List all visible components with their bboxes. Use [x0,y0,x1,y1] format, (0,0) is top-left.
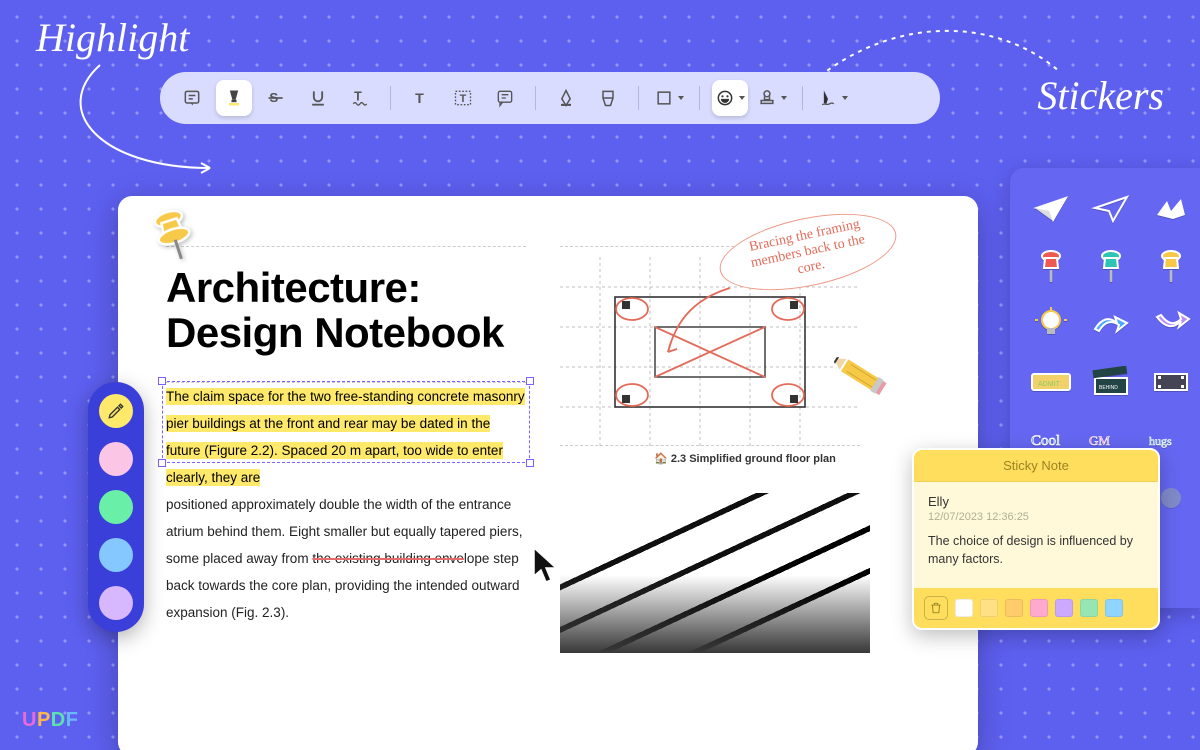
note-color-blue[interactable] [1105,599,1123,617]
delete-note-button[interactable] [924,596,948,620]
svg-text:hugs: hugs [1149,434,1172,448]
note-color-orange[interactable] [1005,599,1023,617]
sticker-bulb[interactable] [1028,304,1074,344]
svg-text:GM: GM [1089,433,1110,448]
sticker-paperplane-1[interactable] [1028,188,1074,228]
highlighter-tool[interactable] [216,80,252,116]
color-swatch-pink[interactable] [99,442,133,476]
svg-text:T: T [415,91,424,107]
separator [802,86,803,110]
callout-tool[interactable] [487,80,523,116]
sticker-pin-red[interactable] [1028,246,1074,286]
svg-text:T: T [354,90,362,104]
sticky-footer [914,588,1158,628]
svg-text:BEHIND: BEHIND [1099,385,1118,391]
sticker-paperplane-2[interactable] [1088,188,1134,228]
squiggly-tool[interactable]: T [342,80,378,116]
color-swatch-green[interactable] [99,490,133,524]
highlighted-text[interactable]: The claim space for the two free-standin… [166,388,525,486]
note-color-yellow[interactable] [980,599,998,617]
sticker-arrow-blue[interactable] [1088,304,1134,344]
sticker-clapper[interactable]: BEHIND [1088,362,1134,402]
color-swatch-purple[interactable] [99,586,133,620]
sticker-pin-yellow[interactable] [1148,246,1194,286]
strikethrough-tool[interactable]: S [258,80,294,116]
svg-text:T: T [460,93,467,105]
note-color-green[interactable] [1080,599,1098,617]
color-palette [88,382,144,632]
color-swatch-blue[interactable] [99,538,133,572]
annotation-toolbar: S T T T [160,72,940,124]
sticker-arrow-purple[interactable] [1148,304,1194,344]
figure-caption: 🏠 2.3 Simplified ground floor plan [560,452,930,465]
text-tool[interactable]: T [403,80,439,116]
separator [638,86,639,110]
sticky-content[interactable]: The choice of design is influenced by ma… [928,533,1144,568]
note-color-purple[interactable] [1055,599,1073,617]
svg-text:Cool: Cool [1031,433,1060,449]
sticker-tool[interactable] [712,80,748,116]
sticker-crane[interactable] [1148,188,1194,228]
pencil-tool[interactable] [548,80,584,116]
sticky-title: Sticky Note [914,450,1158,482]
textbox-tool[interactable]: T [445,80,481,116]
strikethrough-text: the existing building enve [312,551,464,566]
note-tool[interactable] [174,80,210,116]
svg-text:ADMIT: ADMIT [1038,381,1061,388]
sticky-note[interactable]: Sticky Note Elly 12/07/2023 12:36:25 The… [912,448,1160,630]
separator [390,86,391,110]
sign-tool[interactable] [815,80,851,116]
eyedropper-button[interactable] [99,394,133,428]
sticky-author: Elly [928,494,1144,509]
sticker-film[interactable] [1148,362,1194,402]
cursor-icon [530,546,562,586]
doc-title: Architecture: Design Notebook [166,265,526,356]
bubble-arrow [660,280,750,360]
architecture-photo [560,493,870,653]
brand-logo: UPDF [22,709,78,732]
sticker-ticket[interactable]: ADMIT [1028,362,1074,402]
document-page: Architecture: Design Notebook The claim … [118,196,978,750]
sticky-timestamp: 12/07/2023 12:36:25 [928,511,1144,523]
shape-tool[interactable] [651,80,687,116]
note-color-white[interactable] [955,599,973,617]
sticker-pin-teal[interactable] [1088,246,1134,286]
eraser-tool[interactable] [590,80,626,116]
underline-tool[interactable] [300,80,336,116]
separator [535,86,536,110]
separator [699,86,700,110]
stamp-tool[interactable] [754,80,790,116]
note-color-pink[interactable] [1030,599,1048,617]
body-text[interactable]: The claim space for the two free-standin… [166,383,526,626]
